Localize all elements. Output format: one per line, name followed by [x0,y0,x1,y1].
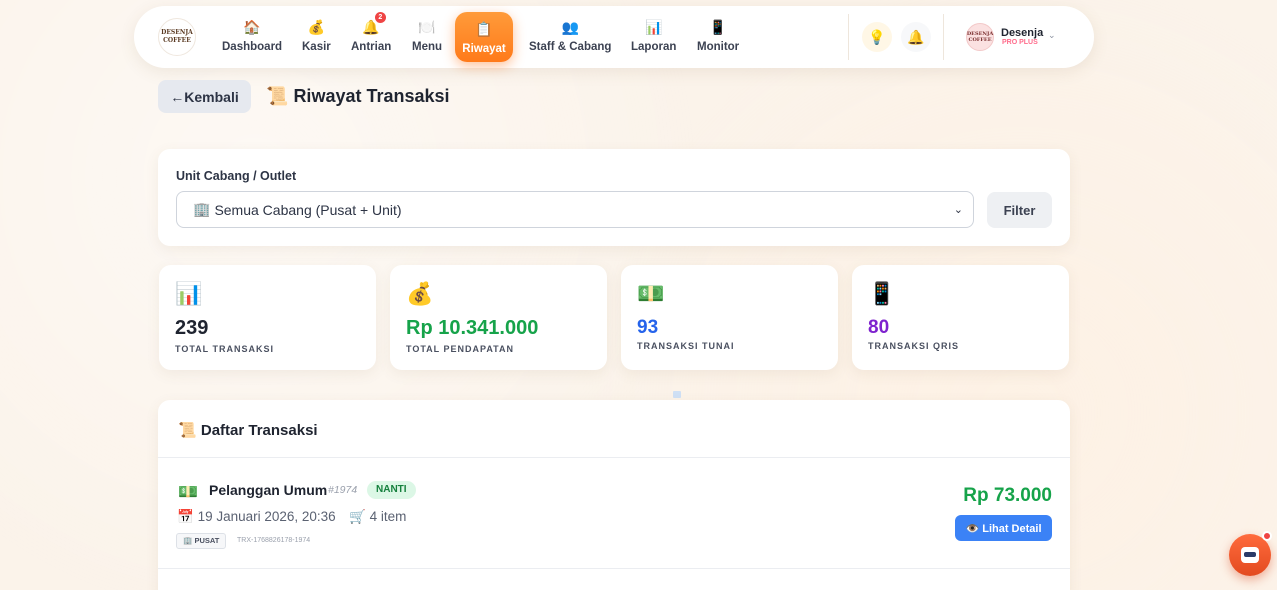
clipboard-icon: 📋 [475,21,493,37]
bar-chart-icon: 📊 [175,281,203,306]
scroll-marker [673,391,681,398]
people-icon: 👥 [561,19,579,35]
plan-badge: PRO PLUS [1002,39,1038,46]
nav-item-staff-cabang[interactable]: 👥 Staff & Cabang [529,18,611,64]
transaction-amount: Rp 73.000 [963,485,1052,506]
tablet-icon: 📱 [709,19,727,35]
queue-count-badge: 2 [374,12,386,23]
bar-chart-icon: 📊 [644,19,663,35]
branch-select[interactable]: 🏢 Semua Cabang (Pusat + Unit) ⌄ [176,191,974,228]
transaction-code: TRX-1768826178-1974 [237,537,311,544]
notification-dot [1262,531,1272,541]
status-badge: NANTI [367,481,416,499]
cash-icon: 💵 [178,484,198,501]
notifications-button[interactable]: 🔔 [901,22,931,52]
home-icon: 🏠 [243,19,261,35]
avatar[interactable]: DESENJA COFFEE [966,23,994,51]
transaction-date: 📅 19 Januari 2026, 20:36 [177,509,336,524]
filter-button[interactable]: Filter [987,192,1052,228]
user-name[interactable]: Desenja [1001,27,1043,39]
view-detail-button[interactable]: 👁️ Lihat Detail [955,515,1052,541]
nav-label: Laporan [631,41,677,53]
nav-label: Staff & Cabang [529,41,612,53]
stat-value: 93 [637,317,659,338]
cash-icon: 💵 [637,281,665,306]
branch-select-value: Semua Cabang (Pusat + Unit) [214,201,402,218]
nav-label: Riwayat [462,43,506,55]
bell-icon: 🔔 2 [362,12,386,36]
tips-button[interactable]: 💡 [862,22,892,52]
chevron-down-icon[interactable]: ⌄ [1048,30,1056,41]
stat-value: 80 [868,317,890,338]
chevron-down-icon: ⌄ [953,204,963,216]
stat-value: Rp 10.341.000 [406,317,539,339]
lightbulb-icon: 💡 [868,28,886,45]
stat-card-total-pendapatan: 💰 Rp 10.341.000 TOTAL PENDAPATAN [390,265,607,370]
nav-item-riwayat[interactable]: 📋 Riwayat [455,12,513,62]
nav-label: Kasir [302,41,331,53]
transaction-number: #1974 [328,484,358,496]
stat-card-transaksi-tunai: 💵 93 TRANSAKSI TUNAI [621,265,838,370]
nav-label: Menu [412,41,443,53]
stat-label: TOTAL PENDAPATAN [406,344,514,354]
stat-card-total-transaksi: 📊 239 TOTAL TRANSAKSI [159,265,376,370]
transaction-list-card: 📜 Daftar Transaksi 💵 Pelanggan Umum #197… [158,400,1070,590]
stat-label: TRANSAKSI QRIS [868,341,960,351]
calendar-icon: 📅 [177,509,194,524]
nav-item-monitor[interactable]: 📱 Monitor [697,18,739,64]
nav-item-antrian[interactable]: 🔔 2 Antrian [351,12,392,64]
plate-icon: 🍽️ [418,19,436,35]
nav-item-kasir[interactable]: 💰 Kasir [302,18,331,64]
divider [158,568,1070,569]
nav-item-dashboard[interactable]: 🏠 Dashboard [222,18,282,64]
scroll-icon: 📜 [266,86,289,106]
list-title: 📜 Daftar Transaksi [178,422,318,439]
cart-icon: 🛒 [349,509,366,524]
robot-icon [1241,547,1259,563]
nav-divider [848,14,849,60]
stat-card-transaksi-qris: 📱 80 TRANSAKSI QRIS [852,265,1069,370]
filter-card: Unit Cabang / Outlet 🏢 Semua Cabang (Pus… [158,149,1070,246]
page-title: 📜 Riwayat Transaksi [266,86,450,106]
building-icon: 🏢 [193,201,211,217]
bell-icon: 🔔 [907,28,925,45]
money-bag-icon: 💰 [406,281,434,306]
filter-label: Unit Cabang / Outlet [176,169,297,183]
customer-name: Pelanggan Umum [209,482,328,498]
money-bag-icon: 💰 [307,19,326,35]
nav-label: Dashboard [222,41,283,53]
brand-logo[interactable]: DESENJA COFFEE [158,18,196,56]
top-navbar: DESENJA COFFEE 🏠 Dashboard 💰 Kasir 🔔 2 Ant… [134,6,1094,68]
stat-label: TOTAL TRANSAKSI [175,344,275,354]
stat-value: 239 [175,317,209,339]
nav-item-laporan[interactable]: 📊 Laporan [631,18,676,64]
stat-label: TRANSAKSI TUNAI [637,341,735,351]
item-count: 🛒 4 item [349,509,407,524]
nav-label: Monitor [697,41,740,53]
scroll-icon: 📜 [178,422,197,439]
branch-badge: 🏢 PUSAT [176,533,227,549]
phone-icon: 📱 [868,281,896,306]
nav-item-menu[interactable]: 🍽️ Menu [412,18,442,64]
back-button[interactable]: ←Kembali [158,80,251,113]
divider [158,457,1070,458]
nav-divider [943,14,944,60]
nav-label: Antrian [351,41,392,53]
